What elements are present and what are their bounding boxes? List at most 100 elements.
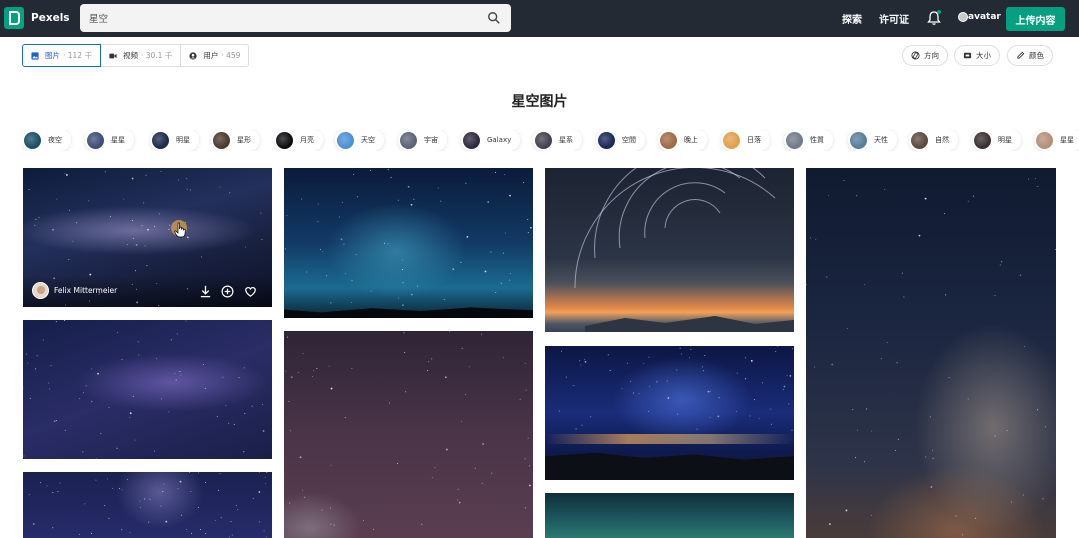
related-search-chip[interactable]: 晚上 bbox=[658, 129, 707, 151]
horizon-glow bbox=[545, 434, 794, 444]
user-avatar[interactable]: avatar bbox=[958, 12, 1001, 22]
photo-card[interactable] bbox=[545, 493, 794, 538]
chip-label: 日落 bbox=[747, 136, 761, 144]
pexels-logo-icon bbox=[4, 7, 24, 29]
chip-thumbnail bbox=[463, 131, 480, 149]
related-search-chip[interactable]: 日落 bbox=[721, 129, 770, 151]
chip-thumbnail bbox=[974, 131, 991, 149]
chip-thumbnail bbox=[723, 131, 740, 149]
chip-thumbnail bbox=[337, 131, 354, 149]
chip-label: 星星 bbox=[111, 136, 125, 144]
chip-label: 明星 bbox=[176, 136, 190, 144]
related-search-chip[interactable]: 星形 bbox=[211, 129, 260, 151]
tab-videos[interactable]: 视频 · 30.1 千 bbox=[100, 44, 182, 67]
image-icon bbox=[31, 51, 39, 60]
related-search-chip[interactable]: 明星 bbox=[972, 129, 1021, 151]
chip-label: 天空 bbox=[361, 136, 375, 144]
photo-card[interactable] bbox=[806, 168, 1056, 538]
tab-users[interactable]: 用户 · 459 bbox=[181, 44, 250, 67]
chip-label: Galaxy bbox=[487, 136, 512, 144]
hill-silhouette bbox=[545, 452, 794, 480]
related-search-chip[interactable]: 夜空 bbox=[22, 129, 71, 151]
chip-label: 性質 bbox=[810, 136, 824, 144]
tab-users-label: 用户 bbox=[203, 51, 219, 60]
related-search-chip[interactable]: 自然 bbox=[909, 129, 958, 151]
avatar-image bbox=[958, 12, 968, 22]
related-search-chip[interactable]: 星系 bbox=[533, 129, 582, 151]
related-search-chip[interactable]: 宇宙 bbox=[398, 129, 447, 151]
photo-card[interactable] bbox=[284, 168, 533, 318]
related-search-chip[interactable]: Galaxy bbox=[461, 129, 521, 151]
related-searches: 夜空 星星 明星 星形 月亮 天空 宇宙 Galaxy 星系 空間 晚上 日落 性質 天性 自然 明星 星星 bbox=[22, 129, 1079, 151]
download-icon[interactable] bbox=[199, 285, 212, 298]
related-search-chip[interactable]: 天性 bbox=[848, 129, 897, 151]
filter-size-button[interactable]: 大小 bbox=[954, 45, 1000, 66]
chip-thumbnail bbox=[87, 131, 104, 149]
tab-photos[interactable]: 图片 · 112 千 bbox=[22, 44, 101, 67]
photo-card[interactable] bbox=[284, 331, 533, 538]
nav-license-link[interactable]: 许可证 bbox=[879, 11, 909, 26]
tab-videos-label: 视频 bbox=[122, 51, 138, 60]
chip-thumbnail bbox=[400, 131, 417, 149]
nav-explore-link[interactable]: 探索 bbox=[842, 11, 862, 26]
notification-dot bbox=[937, 10, 941, 14]
tab-users-count: · 459 bbox=[221, 51, 241, 60]
photo-card[interactable] bbox=[545, 168, 794, 332]
chip-thumbnail bbox=[152, 131, 169, 149]
related-search-chip[interactable]: 星星 bbox=[1034, 129, 1079, 151]
search-bar bbox=[80, 4, 511, 32]
tab-videos-count: · 30.1 千 bbox=[140, 51, 173, 60]
photo-card[interactable] bbox=[23, 320, 272, 459]
related-search-chip[interactable]: 天空 bbox=[335, 129, 384, 151]
size-icon bbox=[963, 52, 972, 59]
filter-orientation-button[interactable]: 方向 bbox=[902, 45, 948, 66]
search-input[interactable] bbox=[89, 9, 469, 27]
tab-photos-label: 图片 bbox=[45, 51, 60, 60]
chip-label: 星形 bbox=[237, 136, 251, 144]
chip-thumbnail bbox=[24, 131, 41, 149]
chip-thumbnail bbox=[276, 131, 293, 149]
avatar-label: avatar bbox=[968, 12, 1001, 22]
chip-label: 星星 bbox=[1060, 136, 1074, 144]
like-icon[interactable] bbox=[244, 285, 257, 298]
related-search-chip[interactable]: 明星 bbox=[150, 129, 199, 151]
chip-label: 自然 bbox=[935, 136, 949, 144]
upload-button[interactable]: 上传内容 bbox=[1006, 7, 1065, 31]
photo-card[interactable]: Felix Mittermeier bbox=[23, 168, 272, 307]
photo-card[interactable] bbox=[545, 346, 794, 480]
chip-thumbnail bbox=[535, 131, 552, 149]
chip-label: 晚上 bbox=[684, 136, 698, 144]
filter-color-label: 颜色 bbox=[1029, 51, 1044, 60]
mountain-silhouette bbox=[284, 307, 533, 318]
chip-thumbnail bbox=[598, 131, 615, 149]
related-search-chip[interactable]: 空間 bbox=[596, 129, 645, 151]
hand-cursor-icon bbox=[174, 222, 186, 238]
chip-thumbnail bbox=[850, 131, 867, 149]
photographer-name: Felix Mittermeier bbox=[54, 286, 118, 295]
search-icon[interactable] bbox=[487, 11, 501, 25]
chip-thumbnail bbox=[1036, 131, 1053, 149]
chip-thumbnail bbox=[786, 131, 803, 149]
chip-thumbnail bbox=[660, 131, 677, 149]
user-icon bbox=[189, 51, 197, 60]
chip-thumbnail bbox=[911, 131, 928, 149]
related-search-chip[interactable]: 月亮 bbox=[274, 129, 323, 151]
media-type-tabs: 图片 · 112 千 视频 · 30.1 千 用户 · 459 bbox=[22, 44, 250, 67]
add-collection-icon[interactable] bbox=[221, 285, 234, 298]
chip-label: 宇宙 bbox=[424, 136, 438, 144]
photo-card[interactable] bbox=[23, 472, 272, 538]
photographer[interactable]: Felix Mittermeier bbox=[32, 282, 117, 299]
pexels-logo[interactable]: Pexels bbox=[4, 7, 70, 29]
chip-label: 天性 bbox=[874, 136, 888, 144]
star-trails bbox=[574, 168, 794, 332]
color-icon bbox=[1017, 51, 1025, 59]
related-search-chip[interactable]: 性質 bbox=[784, 129, 833, 151]
video-icon bbox=[109, 53, 117, 58]
filter-color-button[interactable]: 颜色 bbox=[1007, 45, 1053, 66]
chip-label: 月亮 bbox=[300, 136, 314, 144]
chip-thumbnail bbox=[213, 131, 230, 149]
tab-photos-count: · 112 千 bbox=[63, 51, 92, 60]
related-search-chip[interactable]: 星星 bbox=[85, 129, 134, 151]
top-navbar: Pexels 探索 许可证 avatar 上传内容 bbox=[0, 0, 1079, 37]
photographer-avatar bbox=[32, 282, 49, 299]
